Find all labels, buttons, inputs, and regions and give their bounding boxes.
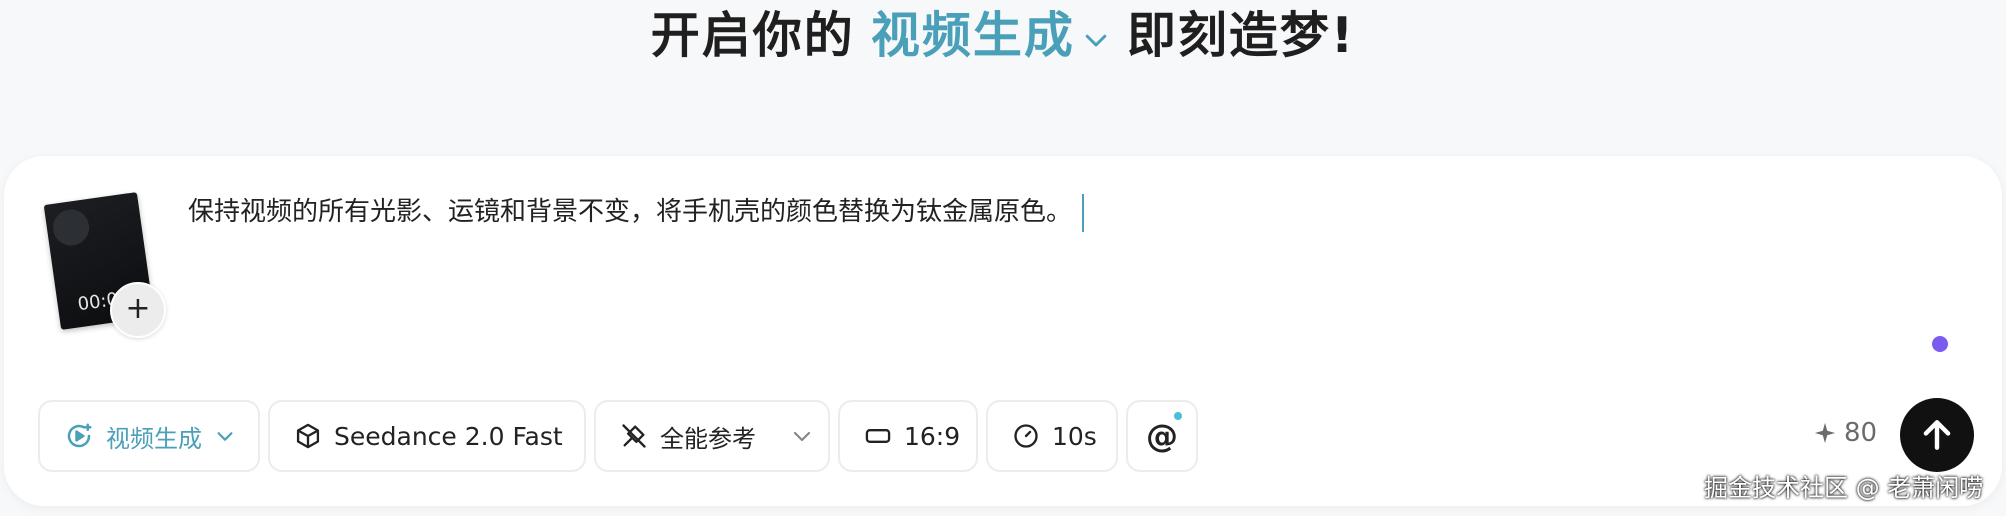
duration-label: 10s — [1052, 421, 1097, 451]
status-dot — [1932, 336, 1948, 352]
reference-icon — [622, 424, 646, 448]
chevron-down-icon — [1085, 34, 1107, 47]
credits-value: 80 — [1844, 418, 1878, 448]
reference-select-button[interactable]: 全能参考 — [594, 400, 830, 472]
clock-icon — [1014, 424, 1038, 448]
prompt-input[interactable]: 保持视频的所有光影、运镜和背景不变，将手机壳的颜色替换为钛金属原色。 — [188, 188, 1888, 338]
chevron-down-icon — [793, 431, 811, 442]
mention-button[interactable]: @ — [1126, 400, 1198, 472]
mode-select-label: 视频生成 — [106, 424, 202, 453]
mention-indicator-dot — [1174, 412, 1182, 420]
headline-mode-label: 视频生成 — [870, 7, 1075, 64]
watermark-text: 掘金技术社区 @ 老萧闲唠 — [1704, 474, 1984, 502]
duration-button[interactable]: 10s — [986, 400, 1118, 472]
attachment-area: 00:0 + — [43, 192, 178, 348]
headline-prefix: 开启你的 — [650, 7, 855, 64]
model-select-label: Seedance 2.0 Fast — [334, 421, 563, 451]
model-select-button[interactable]: Seedance 2.0 Fast — [268, 400, 586, 472]
cube-icon — [296, 423, 320, 449]
aspect-ratio-button[interactable]: 16:9 — [838, 400, 978, 472]
headline-suffix: 即刻造梦! — [1126, 7, 1356, 64]
mode-select-button[interactable]: 视频生成 — [38, 400, 260, 472]
send-button[interactable] — [1900, 398, 1974, 472]
prompt-text: 保持视频的所有光影、运镜和背景不变，将手机壳的颜色替换为钛金属原色。 — [188, 197, 1073, 227]
video-generate-icon — [67, 423, 92, 448]
arrow-up-icon — [1923, 420, 1951, 450]
at-icon: @ — [1146, 417, 1178, 455]
prompt-card: 00:0 + 保持视频的所有光影、运镜和背景不变，将手机壳的颜色替换为钛金属原色… — [4, 156, 2002, 506]
sparkle-icon — [1814, 422, 1836, 444]
text-cursor — [1082, 193, 1085, 232]
credits-display: 80 — [1814, 418, 1877, 448]
headline-mode-selector[interactable]: 视频生成 — [871, 6, 1111, 66]
add-attachment-button[interactable]: + — [110, 282, 166, 338]
aspect-ratio-icon — [865, 429, 891, 443]
aspect-ratio-label: 16:9 — [904, 421, 961, 451]
reference-select-label: 全能参考 — [660, 424, 756, 453]
chevron-down-icon — [217, 432, 233, 441]
headline: 开启你的 视频生成 即刻造梦! — [0, 6, 2006, 66]
